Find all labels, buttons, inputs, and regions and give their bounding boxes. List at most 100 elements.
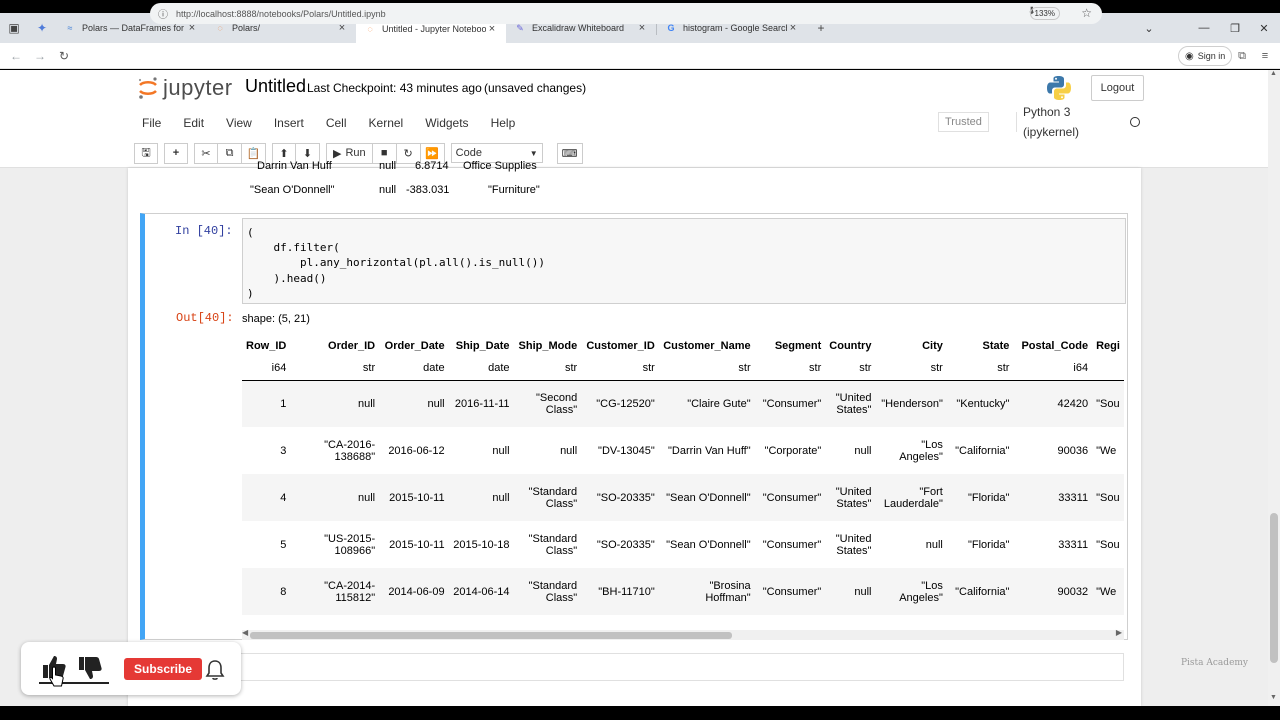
cell-type-value: Code <box>455 147 482 159</box>
table-cell: 5 <box>280 538 287 551</box>
table-cell: "Standard Class" <box>513 474 582 521</box>
close-icon[interactable]: × <box>486 23 498 35</box>
dtype-row: i64 str date date str str str str str str str i64 <box>242 357 1124 381</box>
table-cell: "Sean O'Donnell" <box>658 474 755 521</box>
table-cell: "DV-13045" <box>598 444 655 457</box>
command-palette-icon[interactable]: ⌨ <box>556 142 583 164</box>
table-cell: "We <box>1096 444 1117 457</box>
reload-icon[interactable]: ↻ <box>52 44 76 68</box>
table-cell: 2014-06-14 <box>448 568 514 615</box>
menu-cell[interactable]: Cell <box>318 112 355 134</box>
table-cell: 2014-06-09 <box>379 568 449 615</box>
jupyter-page: jupyter Untitled Last Checkpoint: 43 min… <box>0 70 1280 706</box>
next-code-cell[interactable] <box>239 653 1124 681</box>
table-cell: "CA-2014-115812" <box>290 568 380 615</box>
prev-cell: "Furniture" <box>488 184 540 196</box>
code-editor[interactable]: ( df.filter( pl.any_horizontal(pl.all().… <box>242 218 1126 304</box>
scroll-left-icon[interactable]: ◀ <box>242 628 248 637</box>
table-cell: 2015-10-18 <box>453 538 510 551</box>
menu-widgets[interactable]: Widgets <box>417 112 476 134</box>
kernel-indicator[interactable]: Python 3 (ipykernel) <box>1016 105 1146 139</box>
info-icon[interactable]: ⓘ <box>158 6 168 21</box>
prev-cell: 6.8714 <box>415 160 449 172</box>
menu-help[interactable]: Help <box>483 112 524 134</box>
table-cell: 42420 <box>1013 380 1093 427</box>
bell-icon[interactable] <box>205 659 225 681</box>
save-icon[interactable]: 🖫 <box>134 142 158 164</box>
menu-edit[interactable]: Edit <box>175 112 212 134</box>
code-cell-selected[interactable]: In [40]: ( df.filter( pl.any_horizontal(… <box>140 213 1128 640</box>
cut-icon[interactable]: ✂ <box>194 142 218 164</box>
restore-icon[interactable]: ❐ <box>1221 13 1249 43</box>
table-cell: "BH-11710" <box>581 568 659 615</box>
table-row: 5 "US-2015-108966" 2015-10-11 2015-10-18 "St… <box>242 521 1124 568</box>
table-cell: 1 <box>242 380 291 427</box>
table-cell: 90032 <box>1013 568 1093 615</box>
vertical-scrollbar[interactable]: ▲ ▼ <box>1268 70 1280 706</box>
scrollbar-thumb[interactable] <box>250 632 732 639</box>
dtype-cell: str <box>290 357 380 381</box>
menu-kernel[interactable]: Kernel <box>361 112 412 134</box>
header-row: Row_ID Order_ID Order_Date Ship_Date Ship_Mo… <box>242 334 1124 357</box>
logout-button[interactable]: Logout <box>1091 75 1144 101</box>
notebook-container: Darrin Van Huff null 6.8714 Office Suppl… <box>128 160 1141 706</box>
tab-label: Untitled - Jupyter Notebook <box>382 24 486 34</box>
minimize-icon[interactable]: — <box>1190 13 1218 43</box>
run-icon: ▶ <box>333 147 342 160</box>
zoom-badge[interactable]: 133% <box>1029 7 1060 20</box>
subscribe-button[interactable]: Subscribe <box>124 658 202 680</box>
run-button[interactable]: ▶ Run <box>326 142 373 164</box>
subscribe-overlay: Subscribe <box>21 642 241 695</box>
scroll-right-icon[interactable]: ▶ <box>1116 628 1122 637</box>
notebook-title[interactable]: Untitled <box>245 76 306 97</box>
jupyter-logo[interactable]: jupyter <box>137 75 233 101</box>
table-cell: "Corporate" <box>764 444 822 457</box>
column-header: Customer_ID <box>586 339 655 352</box>
dtype-cell: i64 <box>1013 357 1093 381</box>
table-cell: "United States" <box>835 532 872 557</box>
extensions-icon[interactable]: ⧉ <box>1233 46 1251 66</box>
table-row: 8 "CA-2014-115812" 2014-06-09 2014-06-14 "St… <box>242 568 1124 615</box>
table-cell: "Los Angeles" <box>899 438 943 463</box>
menu-file[interactable]: File <box>134 112 169 134</box>
table-cell: null <box>854 444 872 457</box>
dtype-cell: str <box>754 357 826 381</box>
favorite-star-icon[interactable]: ☆ <box>1081 6 1092 20</box>
vertical-scrollbar-thumb[interactable] <box>1270 513 1278 663</box>
table-cell: "Consumer" <box>754 380 826 427</box>
tab-search-icon[interactable]: ⌄ <box>1135 13 1163 43</box>
forward-icon[interactable]: → <box>28 44 52 68</box>
tab-actions-icon[interactable]: ▣ <box>0 13 28 43</box>
back-icon[interactable]: ← <box>4 44 28 68</box>
prev-cell: Darrin Van Huff <box>257 160 332 172</box>
menu-insert[interactable]: Insert <box>266 112 312 134</box>
column-header: State <box>982 339 1010 352</box>
more-menu-icon[interactable]: ≡ <box>1256 46 1274 66</box>
scroll-down-icon[interactable]: ▼ <box>1270 694 1277 701</box>
copy-icon[interactable]: ⧉ <box>218 142 242 164</box>
scroll-up-icon[interactable]: ▲ <box>1270 70 1277 77</box>
column-header: Customer_Name <box>663 339 751 352</box>
trusted-indicator[interactable]: Trusted <box>938 112 989 132</box>
table-cell: "Consumer" <box>754 568 826 615</box>
window-close-icon[interactable]: ✕ <box>1250 13 1278 43</box>
table-cell: "Sou <box>1096 538 1120 551</box>
dtype-cell: date <box>379 357 449 381</box>
table-cell: "United States" <box>825 380 876 427</box>
jupyter-logo-text: jupyter <box>163 75 233 100</box>
menubar: File Edit View Insert Cell Kernel Widget… <box>0 105 1280 168</box>
column-header: Order_Date <box>384 339 445 352</box>
dtype-cell: str <box>946 357 1014 381</box>
prev-cell: -383.031 <box>406 184 450 196</box>
sign-in-button[interactable]: ◉ Sign in <box>1178 46 1233 66</box>
table-cell: 90036 <box>1057 444 1089 457</box>
horizontal-scrollbar[interactable]: ◀ ▶ <box>242 628 1124 640</box>
address-bar[interactable]: ⓘ http://localhost:8888/notebooks/Polars… <box>150 3 1102 24</box>
dislike-icon[interactable] <box>77 655 103 681</box>
copilot-icon[interactable]: ✦ <box>28 13 56 43</box>
insert-cell-icon[interactable]: + <box>164 142 188 164</box>
table-cell: "Darrin Van Huff" <box>668 444 751 457</box>
run-label: Run <box>345 147 366 159</box>
column-header: Postal_Code <box>1021 339 1089 352</box>
menu-view[interactable]: View <box>218 112 260 134</box>
